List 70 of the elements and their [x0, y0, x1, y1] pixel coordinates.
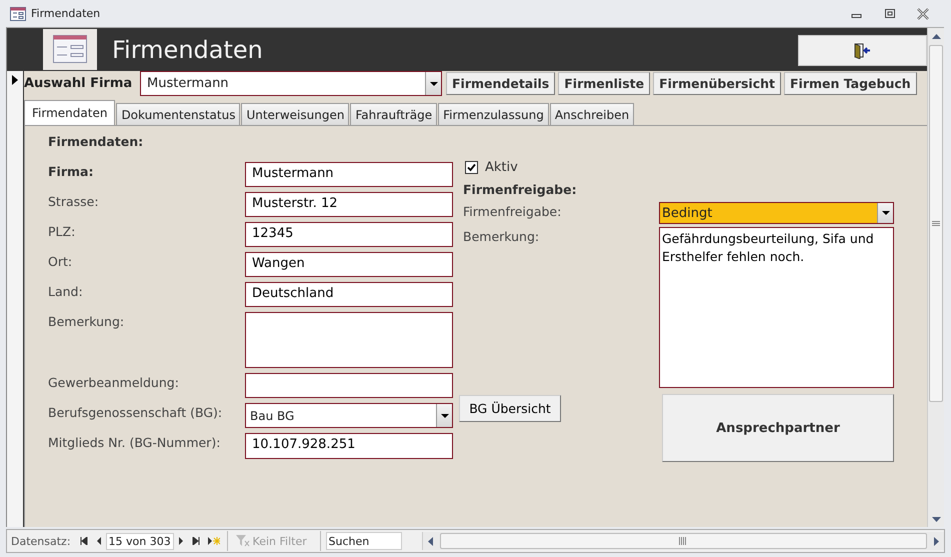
field-label: Land: — [48, 283, 84, 299]
text-field[interactable]: 12345 — [245, 222, 453, 247]
field-label: Gewerbeanmeldung: — [48, 374, 180, 390]
scroll-up-icon[interactable] — [932, 34, 940, 38]
tab[interactable]: Firmendaten — [24, 100, 116, 125]
vertical-scrollbar[interactable] — [927, 28, 944, 527]
contact-button[interactable]: Ansprechpartner — [662, 394, 894, 462]
tab[interactable]: Firmenzulassung — [438, 103, 549, 125]
nav-button[interactable]: Firmendetails — [446, 72, 556, 95]
text-field[interactable]: Deutschland — [245, 282, 453, 307]
field-label: Berufsgenossenschaft (BG): — [48, 404, 224, 420]
search-field[interactable]: Suchen — [326, 532, 402, 550]
nav-button[interactable]: Firmenliste — [558, 72, 650, 95]
first-record-icon[interactable] — [80, 537, 88, 545]
field-label: Mitglieds Nr. (BG-Nummer): — [48, 434, 222, 450]
text-field[interactable] — [245, 373, 453, 398]
form-icon — [10, 6, 26, 20]
grip-icon — [932, 220, 940, 226]
dropdown-arrow-icon — [430, 82, 438, 86]
dropdown-arrow-icon — [440, 414, 448, 418]
window-title: Firmendaten — [31, 7, 100, 20]
next-record-icon[interactable] — [178, 537, 184, 545]
overview-button[interactable]: BG Übersicht — [459, 395, 561, 422]
form-icon — [43, 28, 97, 70]
nav-button[interactable]: Firmen Tagebuch — [784, 72, 917, 95]
memo-field[interactable] — [245, 312, 453, 368]
record-label: Datensatz: — [11, 534, 71, 548]
current-record-icon — [12, 75, 18, 85]
remark-field[interactable]: Gefährdungsbeurteilung, Sifa und Ersthelfer fehlen noch. — [659, 227, 894, 388]
company-combo[interactable]: Mustermann — [140, 71, 442, 96]
record-selector[interactable] — [7, 71, 24, 527]
funnel-icon — [236, 535, 250, 547]
field-label: Bemerkung: — [48, 313, 126, 329]
grip-icon — [679, 537, 688, 545]
new-record-icon[interactable] — [208, 537, 220, 545]
field-label: Firma: — [48, 163, 94, 179]
field-label: PLZ: — [48, 223, 76, 239]
door-icon — [854, 42, 872, 58]
text-field[interactable]: 10.107.928.251 — [245, 433, 453, 459]
scroll-left-icon[interactable] — [428, 536, 434, 546]
scroll-down-icon[interactable] — [932, 516, 940, 522]
scroll-right-icon[interactable] — [934, 536, 938, 546]
section-heading: Firmendaten: — [48, 134, 144, 151]
release-combo[interactable]: Bedingt — [659, 202, 894, 224]
dropdown-arrow-icon — [882, 211, 890, 215]
tab[interactable]: Fahraufträge — [350, 103, 438, 125]
text-field[interactable]: Wangen — [245, 252, 453, 277]
field-label: Ort: — [48, 253, 74, 269]
dropdown-field[interactable]: Bau BG — [245, 403, 453, 428]
active-checkbox[interactable] — [465, 160, 478, 174]
field-label: Bemerkung: — [463, 228, 540, 244]
text-field[interactable]: Mustermann — [245, 162, 453, 187]
tab[interactable]: Unterweisungen — [241, 103, 350, 125]
field-label: Firmenfreigabe: — [463, 203, 562, 219]
tab[interactable]: Dokumentenstatus — [116, 103, 240, 125]
section-heading: Firmenfreigabe: — [463, 182, 578, 199]
record-number-field[interactable]: 15 von 303 — [106, 532, 174, 550]
nav-button[interactable]: Firmenübersicht — [653, 72, 781, 95]
field-label: Auswahl Firma — [24, 76, 134, 91]
horizontal-scrollbar[interactable] — [422, 532, 944, 550]
field-label: Strasse: — [48, 193, 100, 209]
close-icon[interactable] — [917, 8, 929, 20]
form-title: Firmendaten — [112, 36, 263, 64]
text-field[interactable]: Musterstr. 12 — [245, 192, 453, 217]
tab[interactable]: Anschreiben — [550, 103, 634, 125]
last-record-icon[interactable] — [192, 537, 200, 545]
restore-icon[interactable] — [884, 8, 896, 20]
exit-button[interactable] — [798, 35, 927, 66]
previous-record-icon[interactable] — [96, 537, 102, 545]
checkbox-label: Aktiv — [485, 160, 518, 174]
